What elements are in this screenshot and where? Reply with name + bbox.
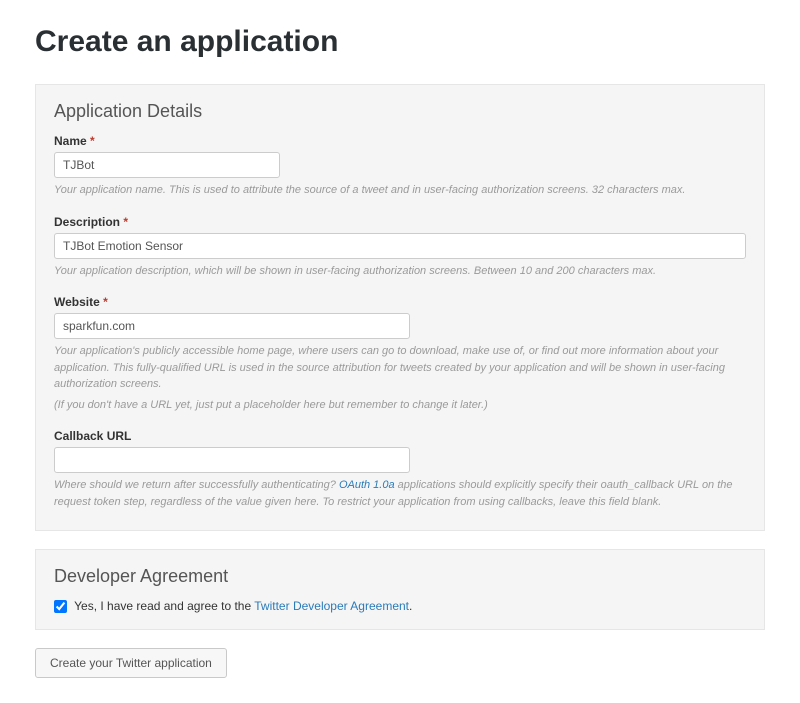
description-help: Your application description, which will… [54, 263, 746, 280]
callback-input[interactable] [54, 447, 410, 473]
create-application-button[interactable]: Create your Twitter application [35, 648, 227, 678]
website-help-2: (If you don't have a URL yet, just put a… [54, 397, 746, 414]
callback-group: Callback URL Where should we return afte… [54, 429, 746, 510]
description-required-mark: * [123, 215, 128, 229]
website-label-text: Website [54, 295, 100, 309]
name-required-mark: * [90, 134, 95, 148]
callback-help: Where should we return after successfull… [54, 477, 746, 510]
agreement-text-pre: Yes, I have read and agree to the [74, 599, 254, 613]
description-label: Description * [54, 215, 746, 229]
website-required-mark: * [103, 295, 108, 309]
name-label-text: Name [54, 134, 87, 148]
agreement-checkbox[interactable] [54, 600, 67, 613]
developer-agreement-title: Developer Agreement [54, 566, 746, 587]
website-help-1: Your application's publicly accessible h… [54, 343, 746, 393]
callback-label: Callback URL [54, 429, 746, 443]
oauth-link[interactable]: OAuth 1.0a [339, 479, 395, 491]
website-input[interactable] [54, 313, 410, 339]
name-input[interactable] [54, 152, 280, 178]
name-label: Name * [54, 134, 746, 148]
application-details-panel: Application Details Name * Your applicat… [35, 84, 765, 531]
name-help: Your application name. This is used to a… [54, 182, 746, 199]
application-details-title: Application Details [54, 101, 746, 122]
agreement-link[interactable]: Twitter Developer Agreement [254, 599, 409, 613]
description-input[interactable] [54, 233, 746, 259]
page-title: Create an application [35, 25, 765, 59]
description-label-text: Description [54, 215, 120, 229]
agreement-row: Yes, I have read and agree to the Twitte… [54, 599, 746, 613]
developer-agreement-panel: Developer Agreement Yes, I have read and… [35, 549, 765, 630]
description-group: Description * Your application descripti… [54, 215, 746, 280]
name-group: Name * Your application name. This is us… [54, 134, 746, 199]
agreement-text-post: . [409, 599, 412, 613]
callback-help-pre: Where should we return after successfull… [54, 479, 339, 491]
website-group: Website * Your application's publicly ac… [54, 295, 746, 413]
website-label: Website * [54, 295, 746, 309]
